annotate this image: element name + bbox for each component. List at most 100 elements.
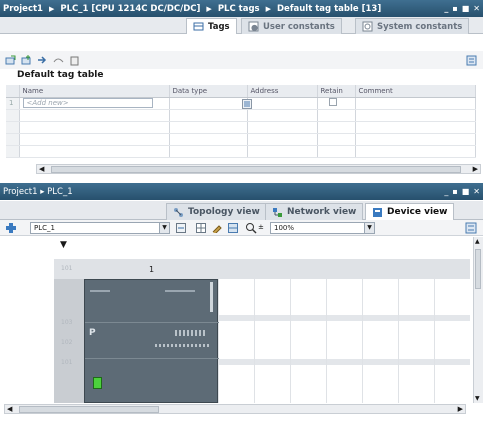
comment-cell[interactable]: [355, 97, 476, 110]
topology-icon: [174, 207, 183, 217]
tag-table-title: Default tag table: [17, 70, 104, 80]
chevron-down-icon[interactable]: ▼: [364, 223, 374, 233]
network-icon: [273, 207, 282, 217]
maximize-button[interactable]: ■: [462, 187, 470, 196]
edit-tool-icon[interactable]: [212, 223, 222, 233]
view-tabs-bar: Topology view Network view Device view: [0, 201, 483, 220]
device-canvas-hscrollbar[interactable]: ◀ ▶: [4, 404, 466, 414]
device-canvas[interactable]: ▼ 1 101 103 102 101 P ◀ ▶: [4, 237, 470, 414]
rack-view-icon[interactable]: [228, 223, 238, 233]
column-header-comment[interactable]: Comment: [355, 85, 476, 98]
svg-text:●: ●: [251, 23, 258, 32]
scroll-left-icon[interactable]: ◀: [7, 405, 12, 413]
device-toolbar: PLC_1 ▼ ± 100% ▼: [0, 220, 483, 236]
scroll-right-icon[interactable]: ▶: [458, 405, 463, 413]
breadcrumb-plc[interactable]: PLC_1 [CPU 1214C DC/DC/DC]: [60, 4, 200, 14]
table-row[interactable]: [6, 109, 476, 122]
plc-status-led: [93, 377, 102, 389]
breadcrumb-project[interactable]: Project1: [3, 4, 43, 14]
tag-table: Name Data type Address Retain Comment 1 …: [6, 85, 476, 158]
insert-row-icon[interactable]: [5, 55, 16, 66]
export-icon[interactable]: [37, 55, 48, 66]
device-select-dropdown[interactable]: PLC_1 ▼: [30, 222, 170, 234]
tab-user-constants[interactable]: ● User constants: [241, 18, 342, 34]
table-row[interactable]: 1 <Add new>: [6, 97, 476, 110]
minimize-button[interactable]: _: [444, 4, 448, 13]
rack-slot-number: 101: [61, 359, 73, 366]
tab-network-label: Network view: [287, 207, 357, 217]
scroll-left-icon[interactable]: ◀: [39, 165, 44, 173]
tag-table-hscrollbar[interactable]: ◀ ▶: [36, 164, 481, 174]
slot-divider: [398, 259, 399, 403]
minimize-button[interactable]: _: [444, 187, 448, 196]
window-controls: _ ▪ ■ ✕: [444, 183, 480, 200]
breadcrumb-plc-tags[interactable]: PLC tags: [218, 4, 260, 14]
tab-topology-view[interactable]: Topology view: [166, 203, 267, 220]
tab-device-view[interactable]: Device view: [365, 203, 455, 220]
monitor-icon[interactable]: [53, 55, 64, 66]
retain-checkbox[interactable]: [328, 98, 337, 106]
plc-io-leds: [175, 330, 205, 336]
scroll-down-icon[interactable]: ▼: [475, 395, 480, 402]
network-toggle-icon[interactable]: [176, 223, 186, 233]
device-canvas-vscrollbar[interactable]: ▲ ▼: [473, 237, 483, 403]
options-icon[interactable]: [465, 222, 477, 234]
breadcrumb-tag-table[interactable]: Default tag table [13]: [277, 4, 381, 14]
plc-divider: [85, 322, 219, 323]
add-new-field[interactable]: <Add new>: [22, 98, 153, 108]
plc-label-strip: [165, 290, 195, 292]
device-titlebar: Project1 ▸ PLC_1 _ ▪ ■ ✕: [0, 183, 483, 200]
window-controls: _ ▪ ■ ✕: [444, 0, 480, 17]
zoom-value: 100%: [274, 224, 295, 232]
tab-system-constants[interactable]: System constants: [355, 18, 470, 34]
tag-editor-titlebar: Project1 ▶ PLC_1 [CPU 1214C DC/DC/DC] ▶ …: [0, 0, 483, 17]
user-constants-icon: ●: [248, 21, 259, 32]
slot-divider: [326, 259, 327, 403]
name-cell[interactable]: <Add new>: [19, 97, 170, 110]
scroll-right-icon[interactable]: ▶: [473, 165, 478, 173]
scroll-thumb[interactable]: [475, 249, 481, 289]
column-header-data-type[interactable]: Data type: [169, 85, 248, 98]
rack-slot-number: 103: [61, 319, 73, 326]
slot-label: 1: [149, 265, 155, 274]
tab-system-constants-label: System constants: [377, 21, 463, 32]
collapse-arrow-icon[interactable]: ▼: [60, 240, 67, 250]
device-overview-icon[interactable]: [5, 222, 17, 234]
row-number: 1: [6, 97, 20, 110]
chevron-down-icon[interactable]: ▼: [159, 223, 169, 233]
plc-cpu-module[interactable]: P: [84, 279, 219, 403]
close-button[interactable]: ✕: [473, 187, 480, 196]
close-button[interactable]: ✕: [473, 4, 480, 13]
system-constants-icon: [362, 21, 373, 32]
maximize-button[interactable]: ■: [462, 4, 470, 13]
add-row-icon[interactable]: [21, 54, 32, 66]
restore-button[interactable]: ▪: [452, 187, 457, 196]
plc-port-icon: P: [89, 328, 96, 338]
restore-button[interactable]: ▪: [452, 4, 457, 13]
retain-cell[interactable]: [317, 97, 356, 110]
table-row[interactable]: [6, 145, 476, 158]
rack-slot-number: 101: [61, 265, 73, 272]
tab-tags[interactable]: Tags: [186, 18, 237, 34]
delete-icon[interactable]: [69, 55, 80, 66]
plc-io-leds: [155, 344, 210, 347]
scroll-thumb[interactable]: [51, 166, 461, 173]
zoom-step-icon[interactable]: ±: [258, 223, 264, 231]
scroll-up-icon[interactable]: ▲: [475, 238, 480, 245]
address-cell[interactable]: [247, 97, 318, 110]
column-header-retain[interactable]: Retain: [317, 85, 356, 98]
zoom-dropdown[interactable]: 100% ▼: [270, 222, 375, 234]
column-header-name[interactable]: Name: [19, 85, 170, 98]
grid-toggle-icon[interactable]: [196, 223, 206, 233]
tab-network-view[interactable]: Network view: [265, 203, 364, 220]
plc-connector: [210, 282, 213, 312]
table-row[interactable]: [6, 133, 476, 146]
column-header-address[interactable]: Address: [247, 85, 318, 98]
table-row[interactable]: [6, 121, 476, 134]
data-type-cell[interactable]: [169, 97, 252, 110]
options-icon[interactable]: [466, 55, 477, 66]
slot-divider: [434, 259, 435, 403]
scroll-thumb[interactable]: [19, 406, 159, 413]
data-type-picker-icon[interactable]: [241, 98, 252, 109]
zoom-icon[interactable]: [245, 222, 257, 234]
